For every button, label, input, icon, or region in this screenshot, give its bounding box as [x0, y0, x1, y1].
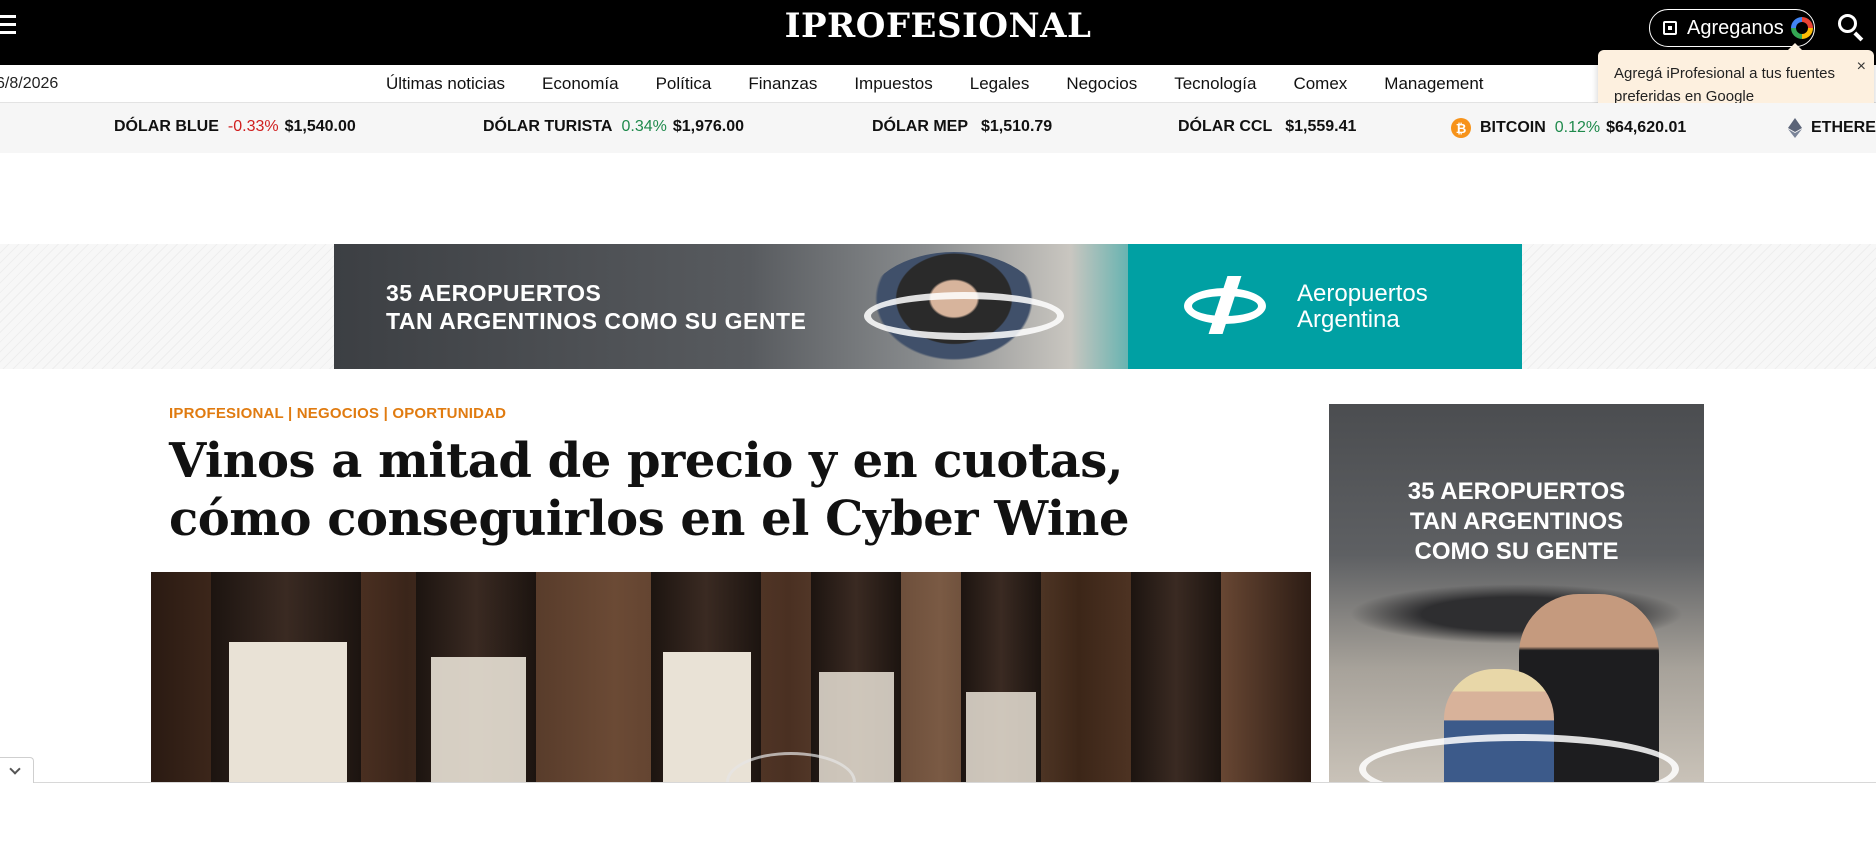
current-date: 6/8/2026 — [0, 75, 59, 92]
collapse-toggle[interactable] — [0, 757, 34, 783]
bottle-label — [663, 652, 751, 782]
nav-item-economia[interactable]: Economía — [542, 74, 619, 94]
ticker-item-dolar-mep[interactable]: DÓLAR MEP $1,510.79 — [872, 118, 1052, 136]
bottle-label — [966, 692, 1036, 782]
ticker-name: DÓLAR BLUE — [114, 118, 219, 135]
ticker-item-bitcoin[interactable]: ₿ BITCOIN 0.12% $64,620.01 — [1451, 118, 1686, 138]
nav-item-ultimas-noticias[interactable]: Últimas noticias — [386, 74, 505, 94]
ad-brand-line-1: Aeropuertos — [1297, 280, 1428, 307]
nav-item-legales[interactable]: Legales — [970, 74, 1030, 94]
side-ad-line-3: COMO SU GENTE — [1414, 538, 1619, 565]
add-button-label: Agreganos — [1687, 16, 1784, 39]
ticker-item-dolar-turista[interactable]: DÓLAR TURISTA 0.34% $1,976.00 — [483, 118, 744, 136]
side-banner-ad[interactable]: 35 AEROPUERTOS TAN ARGENTINOS COMO SU GE… — [1329, 404, 1704, 782]
ticker-item-dolar-blue[interactable]: DÓLAR BLUE -0.33% $1,540.00 — [114, 118, 356, 136]
bitcoin-icon: ₿ — [1451, 118, 1471, 138]
ticker-name: DÓLAR CCL — [1178, 118, 1273, 135]
google-icon — [1790, 17, 1813, 39]
ad-brand-line-2: Argentina — [1297, 306, 1400, 333]
bottle-label — [229, 642, 347, 782]
ticker-name: BITCOIN — [1480, 119, 1546, 136]
ad-ring-graphic — [864, 292, 1064, 340]
close-icon[interactable]: × — [1857, 55, 1866, 78]
ticker-value: $64,620.01 — [1606, 119, 1687, 136]
bottle-shape — [1131, 572, 1221, 782]
menu-icon[interactable] — [0, 15, 16, 37]
ticker-name: DÓLAR MEP — [872, 118, 968, 135]
site-logo[interactable]: IPROFESIONAL — [0, 6, 1876, 46]
ad-headline-2: TAN ARGENTINOS COMO SU GENTE — [386, 308, 807, 334]
section-nav-row: 6/8/2026 Últimas noticias Economía Polít… — [0, 65, 1876, 103]
section-nav: Últimas noticias Economía Política Finan… — [386, 74, 1521, 94]
ticker-value: $1,510.79 — [981, 118, 1053, 135]
top-bar: IPROFESIONAL Agreganos — [0, 0, 1876, 65]
bottom-divider — [0, 782, 1876, 783]
top-banner-ad[interactable]: 35 AEROPUERTOS TAN ARGENTINOS COMO SU GE… — [334, 244, 1522, 369]
tooltip-text: Agregá iProfesional a tus fuentes prefer… — [1614, 65, 1835, 105]
ticker-item-ethereum[interactable]: ETHERE — [1788, 118, 1876, 138]
ticker-value: $1,559.41 — [1285, 118, 1357, 135]
side-ad-line-2: TAN ARGENTINOS — [1409, 508, 1624, 535]
nav-item-tecnologia[interactable]: Tecnología — [1174, 74, 1256, 94]
ticker-change: 0.34% — [621, 118, 667, 135]
article-kicker[interactable]: IPROFESIONAL | NEGOCIOS | OPORTUNIDAD — [169, 405, 506, 422]
ticker-name: ETHERE — [1811, 119, 1876, 136]
aeropuertos-logo-icon — [1184, 276, 1266, 334]
ad-headline-1: 35 AEROPUERTOS — [386, 280, 602, 306]
bookmark-icon — [1663, 21, 1677, 35]
ticker-value: $1,540.00 — [284, 118, 356, 135]
bottle-label — [431, 657, 526, 782]
ticker-change: 0.12% — [1554, 119, 1601, 136]
side-ad-line-1: 35 AEROPUERTOS — [1407, 478, 1626, 505]
nav-item-politica[interactable]: Política — [656, 74, 712, 94]
ticker-change: -0.33% — [227, 118, 279, 135]
search-icon[interactable] — [1838, 14, 1864, 42]
ticker-name: DÓLAR TURISTA — [483, 118, 613, 135]
nav-item-management[interactable]: Management — [1384, 74, 1483, 94]
article-headline: Vinos a mitad de precio y en cuotas, cóm… — [169, 433, 1130, 547]
nav-item-comex[interactable]: Comex — [1293, 74, 1347, 94]
ticker-value: $1,976.00 — [672, 118, 745, 135]
nav-item-finanzas[interactable]: Finanzas — [748, 74, 817, 94]
article-hero-image — [151, 572, 1311, 782]
ethereum-icon — [1788, 118, 1802, 138]
chevron-down-icon — [9, 762, 21, 775]
nav-item-impuestos[interactable]: Impuestos — [854, 74, 932, 94]
market-ticker: DÓLAR BLUE -0.33% $1,540.00 DÓLAR TURIST… — [0, 103, 1876, 153]
add-to-google-button[interactable]: Agreganos — [1649, 9, 1815, 47]
nav-item-negocios[interactable]: Negocios — [1066, 74, 1137, 94]
ticker-item-dolar-ccl[interactable]: DÓLAR CCL $1,559.41 — [1178, 118, 1356, 136]
